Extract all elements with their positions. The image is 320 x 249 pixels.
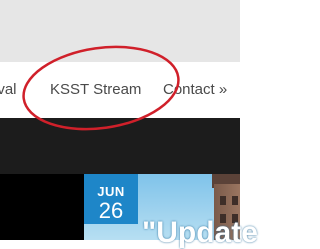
building-window [232,196,238,205]
dark-header-bar [0,118,240,174]
post-date-day: 26 [98,198,124,223]
nav-item-festival[interactable]: ival [0,81,17,99]
post-date-month: JUN [97,184,125,199]
post-headline[interactable]: "Update [142,218,258,248]
top-bar [0,0,240,62]
building-window [220,196,226,205]
nav-item-ksst-stream[interactable]: KSST Stream [50,81,141,99]
post-date-badge: JUN 26 [84,174,138,224]
nav-item-contact[interactable]: Contact » [163,81,227,99]
